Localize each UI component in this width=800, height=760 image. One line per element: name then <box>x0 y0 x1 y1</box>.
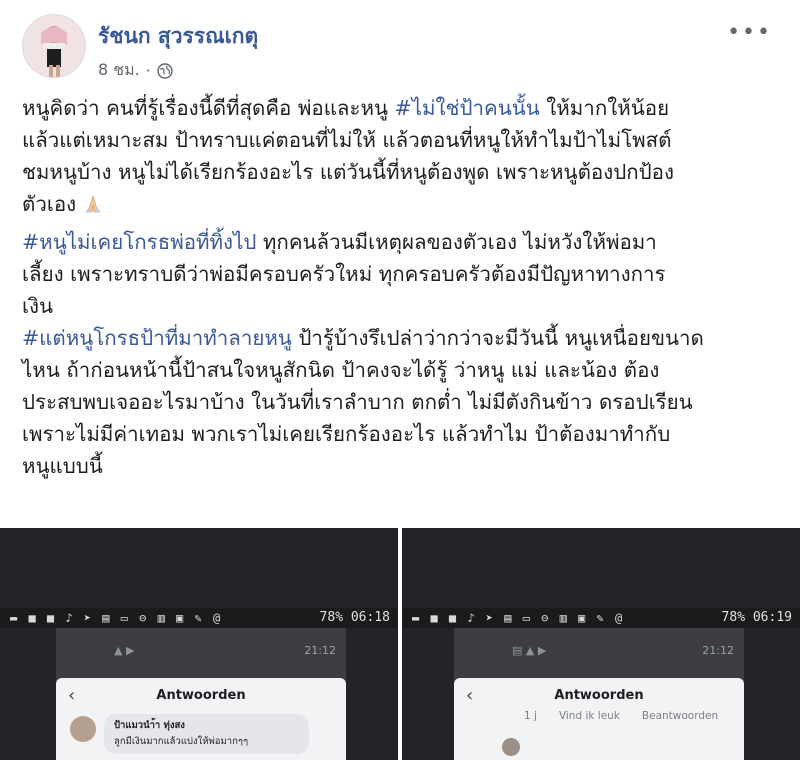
comment-actions: 1 j Vind ik leuk Beantwoorden <box>524 710 718 722</box>
author-avatar[interactable] <box>22 14 86 78</box>
text-line: #แต่หนูโกรธป้าที่มาทำลายหนู ป้ารู้บ้างรึ… <box>22 322 782 354</box>
post-header: รัชนก สุวรรณเกตุ 8 ชม. · ••• <box>22 14 782 84</box>
post-time[interactable]: 8 ชม. <box>98 58 140 83</box>
inner-clock: 21:12 <box>304 644 336 657</box>
dialog-title: Antwoorden <box>554 688 644 703</box>
nav-arrows-icon: ▲ ▶ <box>114 644 135 657</box>
text-segment: หนูคิดว่า คนที่รู้เรื่องนี้ดีที่สุดคือ พ… <box>22 96 395 120</box>
text-line: ไหน ถ้าก่อนหน้านี้ป้าสนใจหนูสักนิด ป้าคง… <box>22 354 782 386</box>
nested-screen: ▤ ▲ ▶ 21:12 ‹ Antwoorden 1 j Vind ik leu… <box>454 628 744 760</box>
hashtag-link[interactable]: #หนูไม่เคยโกรธพ่อที่ทิ้งไป <box>22 230 256 254</box>
text-segment: ชมหนูบ้าง หนูไม่ได้เรียกร้องอะไร แต่วันน… <box>22 160 674 184</box>
author-name[interactable]: รัชนก สุวรรณเกตุ <box>98 20 258 53</box>
status-icons: ▬ ■ ■ ♪ ➤ ▤ ▭ ⊖ ▥ ▣ ✎ @ <box>412 611 625 625</box>
reply-dialog: ‹ Antwoorden 1 j Vind ik leuk Beantwoord… <box>454 678 744 760</box>
inner-clock: 21:12 <box>702 644 734 657</box>
photo-grid: ▬ ■ ■ ♪ ➤ ▤ ▭ ⊖ ▥ ▣ ✎ @ 78% 06:18 ▲ ▶ 21… <box>0 528 800 760</box>
phone-status-bar: ▬ ■ ■ ♪ ➤ ▤ ▭ ⊖ ▥ ▣ ✎ @ 78% 06:18 <box>0 608 398 628</box>
text-segment: แล้วแต่เหมาะสม ป้าทราบแค่ตอนที่ไม่ให้ แล… <box>22 128 672 152</box>
text-segment: ประสบพบเจออะไรมาบ้าง ในวันที่เราลำบาก ตก… <box>22 390 693 414</box>
phone-status-bar: ▬ ■ ■ ♪ ➤ ▤ ▭ ⊖ ▥ ▣ ✎ @ 78% 06:19 <box>402 608 800 628</box>
text-segment: เพราะไม่มีค่าเทอม พวกเราไม่เคยเรียกร้องอ… <box>22 422 671 446</box>
text-line: ตัวเอง <box>22 188 782 220</box>
comment-text: ลูกมีเงินมากแล้วแบ่งให้พ่อมากๆๆ <box>114 736 249 747</box>
post-paragraph: หนูคิดว่า คนที่รู้เรื่องนี้ดีที่สุดคือ พ… <box>22 92 782 220</box>
text-line: เงิน <box>22 290 782 322</box>
text-segment: ตัวเอง <box>22 192 83 216</box>
text-line: แล้วแต่เหมาะสม ป้าทราบแค่ตอนที่ไม่ให้ แล… <box>22 124 782 156</box>
comment-bubble: ป้าแมวนำ้า ทุ่งสง ลูกมีเงินมากแล้วแบ่งให… <box>104 714 309 754</box>
text-segment: เงิน <box>22 294 54 318</box>
comment-age: 1 j <box>524 710 537 722</box>
status-time: 78% 06:18 <box>319 610 390 625</box>
like-link[interactable]: Vind ik leuk <box>559 710 620 722</box>
photo-left[interactable]: ▬ ■ ■ ♪ ➤ ▤ ▭ ⊖ ▥ ▣ ✎ @ 78% 06:18 ▲ ▶ 21… <box>0 528 398 760</box>
status-time: 78% 06:19 <box>721 610 792 625</box>
photo-right[interactable]: ▬ ■ ■ ♪ ➤ ▤ ▭ ⊖ ▥ ▣ ✎ @ 78% 06:19 ▤ ▲ ▶ … <box>402 528 800 760</box>
text-line: ประสบพบเจออะไรมาบ้าง ในวันที่เราลำบาก ตก… <box>22 386 782 418</box>
text-line: หนูคิดว่า คนที่รู้เรื่องนี้ดีที่สุดคือ พ… <box>22 92 782 124</box>
text-line: เลี้ยง เพราะทราบดีว่าพ่อมีครอบครัวใหม่ ท… <box>22 258 782 290</box>
post-paragraph: #หนูไม่เคยโกรธพ่อที่ทิ้งไป ทุกคนล้วนมีเห… <box>22 226 782 322</box>
reply-link[interactable]: Beantwoorden <box>642 710 718 722</box>
status-icons: ▬ ■ ■ ♪ ➤ ▤ ▭ ⊖ ▥ ▣ ✎ @ <box>10 611 223 625</box>
more-options-icon[interactable]: ••• <box>727 20 772 45</box>
text-segment: หนูแบบนี้ <box>22 454 103 478</box>
post-paragraph: #แต่หนูโกรธป้าที่มาทำลายหนู ป้ารู้บ้างรึ… <box>22 322 782 482</box>
post-meta: 8 ชม. · <box>98 58 173 83</box>
avatar-photo <box>23 15 85 77</box>
text-segment: ไหน ถ้าก่อนหน้านี้ป้าสนใจหนูสักนิด ป้าคง… <box>22 358 660 382</box>
text-line: ชมหนูบ้าง หนูไม่ได้เรียกร้องอะไร แต่วันน… <box>22 156 782 188</box>
post-body: หนูคิดว่า คนที่รู้เรื่องนี้ดีที่สุดคือ พ… <box>22 92 782 488</box>
hashtag-link[interactable]: #แต่หนูโกรธป้าที่มาทำลายหนู <box>22 326 292 350</box>
text-segment: ให้มากให้น้อย <box>539 96 670 120</box>
dialog-title: Antwoorden <box>156 688 246 703</box>
commenter-avatar[interactable] <box>70 716 96 742</box>
text-segment: ป้ารู้บ้างรึเปล่าว่ากว่าจะมีวันนี้ หนูเห… <box>291 326 704 350</box>
text-segment: เลี้ยง เพราะทราบดีว่าพ่อมีครอบครัวใหม่ ท… <box>22 262 666 286</box>
text-line: เพราะไม่มีค่าเทอม พวกเราไม่เคยเรียกร้องอ… <box>22 418 782 450</box>
hashtag-link[interactable]: #ไม่ใช่ป้าคนนั้น <box>395 96 540 120</box>
text-line: หนูแบบนี้ <box>22 450 782 482</box>
reply-dialog: ‹ Antwoorden ป้าแมวนำ้า ทุ่งสง ลูกมีเงิน… <box>56 678 346 760</box>
text-line: #หนูไม่เคยโกรธพ่อที่ทิ้งไป ทุกคนล้วนมีเห… <box>22 226 782 258</box>
praying-hands-icon <box>85 194 100 213</box>
nav-arrows-icon: ▤ ▲ ▶ <box>512 644 547 657</box>
commenter-avatar[interactable] <box>502 738 520 756</box>
text-segment: ทุกคนล้วนมีเหตุผลของตัวเอง ไม่หวังให้พ่อ… <box>256 230 657 254</box>
facebook-post: รัชนก สุวรรณเกตุ 8 ชม. · ••• หนูคิดว่า ค… <box>0 0 800 760</box>
commenter-name[interactable]: ป้าแมวนำ้า ทุ่งสง <box>114 718 185 733</box>
globe-icon[interactable] <box>157 62 173 79</box>
nested-screen: ▲ ▶ 21:12 ‹ Antwoorden ป้าแมวนำ้า ทุ่งสง… <box>56 628 346 760</box>
